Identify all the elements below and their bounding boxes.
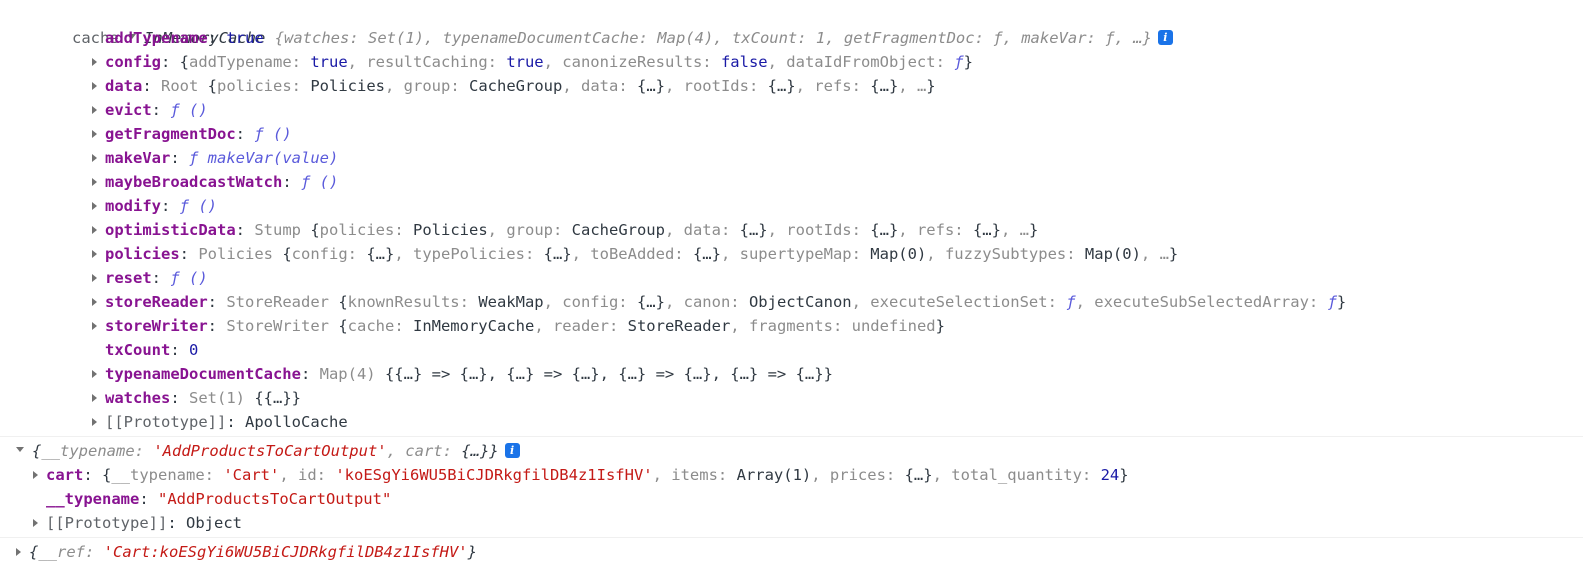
- property-value: "AddProductsToCartOutput": [158, 490, 392, 508]
- property-name: makeVar: [105, 149, 171, 167]
- property-row-prototype[interactable]: [[Prototype]]: ApolloCache: [0, 410, 1583, 434]
- property-row-addTypename: addTypename: true: [105, 29, 264, 47]
- property-value: Root {policies: Policies, group: CacheGr…: [161, 77, 936, 95]
- property-value: ƒ (): [170, 101, 208, 119]
- property-name: policies: [105, 245, 180, 263]
- disclosure-triangle-icon[interactable]: [92, 153, 97, 162]
- property-row-typenameDocumentCache[interactable]: typenameDocumentCache: Map(4) {{…} => {……: [0, 362, 1583, 386]
- disclosure-triangle-icon[interactable]: [92, 393, 97, 402]
- disclosure-triangle-icon[interactable]: [92, 273, 97, 282]
- disclosure-triangle-icon[interactable]: [92, 417, 97, 426]
- console-entry-addproductstocartoutput: {__typename: 'AddProductsToCartOutput', …: [0, 436, 1583, 537]
- property-value: true: [226, 29, 264, 47]
- disclosure-triangle-icon[interactable]: [92, 57, 97, 66]
- property-name: maybeBroadcastWatch: [105, 173, 283, 191]
- property-value: ƒ makeVar(value): [189, 149, 339, 167]
- property-value: ApolloCache: [245, 413, 348, 431]
- disclosure-triangle-icon[interactable]: [33, 518, 38, 527]
- property-value: {__typename: 'Cart', id: 'koESgYi6WU5BiC…: [102, 466, 1129, 484]
- console-entry-header[interactable]: {__ref: 'Cart:koESgYi6WU5BiCJDRkgfilDB4z…: [0, 540, 1583, 564]
- object-preview: {__ref: 'Cart:koESgYi6WU5BiCJDRkgfilDB4z…: [29, 543, 477, 561]
- property-name: [[Prototype]]: [105, 413, 227, 431]
- property-value: Stump {policies: Policies, group: CacheG…: [254, 221, 1039, 239]
- property-value: Policies {config: {…}, typePolicies: {…}…: [198, 245, 1179, 263]
- disclosure-triangle-icon[interactable]: [92, 297, 97, 306]
- property-name: __typename: [46, 490, 140, 508]
- property-name: typenameDocumentCache: [105, 365, 301, 383]
- info-badge-icon[interactable]: i: [504, 443, 520, 458]
- property-row-getFragmentDoc[interactable]: getFragmentDoc: ƒ (): [0, 122, 1583, 146]
- property-row-cart[interactable]: cart: {__typename: 'Cart', id: 'koESgYi6…: [0, 463, 1583, 487]
- disclosure-triangle-icon[interactable]: [92, 177, 97, 186]
- property-row-modify[interactable]: modify: ƒ (): [0, 194, 1583, 218]
- property-row-config[interactable]: config: {addTypename: true, resultCachin…: [0, 50, 1583, 74]
- property-row-reset[interactable]: reset: ƒ (): [0, 266, 1583, 290]
- property-value: ƒ (): [170, 269, 208, 287]
- disclosure-triangle-icon[interactable]: [92, 81, 97, 90]
- disclosure-triangle-icon[interactable]: [92, 225, 97, 234]
- property-name: evict: [105, 101, 152, 119]
- property-name: storeReader: [105, 293, 208, 311]
- property-row-data[interactable]: data: Root {policies: Policies, group: C…: [0, 74, 1583, 98]
- disclosure-triangle-icon[interactable]: [92, 321, 97, 330]
- property-row-prototype[interactable]: [[Prototype]]: Object: [0, 511, 1583, 535]
- console-entry-ref: {__ref: 'Cart:koESgYi6WU5BiCJDRkgfilDB4z…: [0, 537, 1583, 566]
- property-value: Set(1) {{…}}: [189, 389, 301, 407]
- property-name: config: [105, 53, 161, 71]
- property-row-maybeBroadcastWatch[interactable]: maybeBroadcastWatch: ƒ (): [0, 170, 1583, 194]
- disclosure-triangle-icon[interactable]: [92, 249, 97, 258]
- property-value: {addTypename: true, resultCaching: true,…: [179, 53, 973, 71]
- disclosure-triangle-icon[interactable]: [33, 470, 38, 479]
- disclosure-triangle-icon[interactable]: [92, 105, 97, 114]
- property-name: modify: [105, 197, 161, 215]
- property-value: StoreWriter {cache: InMemoryCache, reade…: [226, 317, 945, 335]
- console-entry-header[interactable]: cache InMemoryCache {watches: Set(1), ty…: [0, 2, 1583, 47]
- disclosure-triangle-icon[interactable]: [16, 547, 21, 556]
- console-entry-inmemorycache: cache InMemoryCache {watches: Set(1), ty…: [0, 0, 1583, 436]
- disclosure-triangle-icon[interactable]: [92, 369, 97, 378]
- console-entry-header[interactable]: {__typename: 'AddProductsToCartOutput', …: [0, 439, 1583, 463]
- property-row-optimisticData[interactable]: optimisticData: Stump {policies: Policie…: [0, 218, 1583, 242]
- property-value: 0: [189, 341, 199, 359]
- property-row-watches[interactable]: watches: Set(1) {{…}}: [0, 386, 1583, 410]
- property-row-policies[interactable]: policies: Policies {config: {…}, typePol…: [0, 242, 1583, 266]
- property-name: storeWriter: [105, 317, 208, 335]
- disclosure-triangle-icon[interactable]: [92, 129, 97, 138]
- property-value: Map(4) {{…} => {…}, {…} => {…}, {…} => {…: [319, 365, 833, 383]
- property-name: data: [105, 77, 143, 95]
- property-value: StoreReader {knownResults: WeakMap, conf…: [226, 293, 1347, 311]
- property-name: watches: [105, 389, 171, 407]
- property-name: optimisticData: [105, 221, 236, 239]
- property-name: [[Prototype]]: [46, 514, 168, 532]
- disclosure-triangle-open-icon[interactable]: [16, 447, 24, 452]
- property-value: Object: [186, 514, 242, 532]
- property-name: addTypename: [105, 29, 208, 47]
- disclosure-triangle-icon[interactable]: [92, 201, 97, 210]
- property-value: ƒ (): [300, 173, 339, 191]
- property-row-txCount: txCount: 0: [105, 341, 199, 359]
- property-name: cart: [46, 466, 84, 484]
- property-row-typename: __typename: "AddProductsToCartOutput": [46, 490, 392, 508]
- property-value: ƒ (): [254, 125, 292, 143]
- property-row-evict[interactable]: evict: ƒ (): [0, 98, 1583, 122]
- object-preview: {__typename: 'AddProductsToCartOutput', …: [32, 442, 499, 460]
- property-value: ƒ (): [179, 197, 217, 215]
- property-name: getFragmentDoc: [105, 125, 236, 143]
- property-row-storeReader[interactable]: storeReader: StoreReader {knownResults: …: [0, 290, 1583, 314]
- devtools-console-output: cache InMemoryCache {watches: Set(1), ty…: [0, 0, 1583, 566]
- property-row-makeVar[interactable]: makeVar: ƒ makeVar(value): [0, 146, 1583, 170]
- property-name: reset: [105, 269, 152, 287]
- property-row-storeWriter[interactable]: storeWriter: StoreWriter {cache: InMemor…: [0, 314, 1583, 338]
- property-name: txCount: [105, 341, 171, 359]
